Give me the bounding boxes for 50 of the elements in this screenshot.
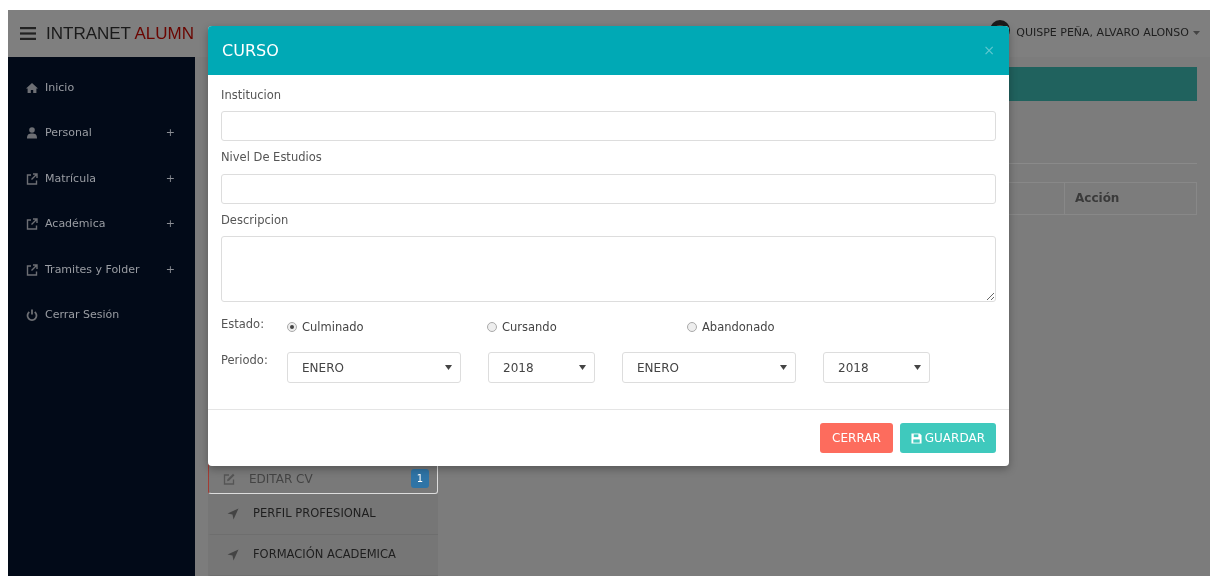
menu-item[interactable]: FORMACIÓN ACADEMICA: [208, 535, 438, 576]
caret-icon: [579, 364, 586, 370]
select-field[interactable]: 2018: [488, 352, 595, 383]
home-icon: [26, 81, 38, 94]
radio-button[interactable]: [487, 322, 497, 333]
expand-toggle[interactable]: +: [165, 216, 175, 233]
caret-icon: [445, 364, 452, 370]
external-link-icon: [26, 263, 38, 276]
radio-label[interactable]: Culminado: [302, 318, 364, 336]
external-link-icon: [26, 218, 38, 231]
caret-icon: [780, 364, 787, 370]
caret-icon: [914, 364, 921, 370]
field-label: Institucion: [221, 87, 282, 104]
select-field[interactable]: 2018: [823, 352, 930, 383]
field-label: Descripcion: [221, 211, 290, 229]
expand-toggle[interactable]: +: [165, 170, 175, 187]
menu-icon[interactable]: [20, 27, 36, 40]
field-label: Estado:: [221, 315, 266, 333]
location-arrow-icon: [227, 508, 239, 520]
external-link-icon: [26, 172, 38, 185]
select-field[interactable]: ENERO: [287, 352, 461, 383]
sidebar-item[interactable]: Tramites y Folder: [45, 261, 140, 278]
sidebar-item[interactable]: Cerrar Sesión: [45, 307, 120, 324]
menu-item[interactable]: PERFIL PROFESIONAL: [208, 494, 438, 535]
column-header: Acción: [1074, 190, 1121, 208]
sidebar-item[interactable]: Matrícula: [45, 170, 96, 187]
input-field[interactable]: [221, 111, 996, 142]
sidebar-item[interactable]: Académica: [45, 216, 106, 233]
location-arrow-icon: [227, 549, 239, 561]
user-name[interactable]: QUISPE PEÑA, ALVARO ALONSO: [1016, 25, 1189, 42]
radio-button[interactable]: [687, 322, 697, 333]
sidebar-item[interactable]: Inicio: [45, 79, 75, 96]
user-icon: [26, 127, 38, 140]
sidebar-item[interactable]: Personal: [45, 125, 92, 142]
expand-toggle[interactable]: +: [165, 261, 175, 278]
field-label: Nivel De Estudios: [221, 149, 323, 167]
caret-icon[interactable]: [1193, 31, 1200, 36]
count-badge: 1: [410, 469, 429, 488]
power-icon: [26, 309, 38, 322]
field-label: Periodo:: [221, 352, 269, 369]
select-field[interactable]: ENERO: [622, 352, 796, 383]
expand-toggle[interactable]: +: [165, 125, 175, 142]
edit-icon: [223, 472, 235, 485]
radio-label[interactable]: Cursando: [502, 318, 557, 336]
app-title: INTRANET ALUMN: [46, 22, 194, 45]
modal-title: CURSO: [222, 39, 279, 62]
radio-button[interactable]: [287, 322, 297, 333]
radio-label[interactable]: Abandonado: [702, 318, 775, 336]
input-field[interactable]: [221, 173, 996, 204]
text-area[interactable]: [221, 235, 996, 302]
